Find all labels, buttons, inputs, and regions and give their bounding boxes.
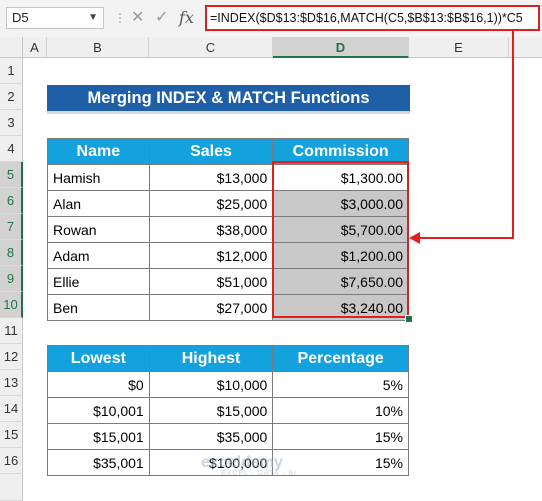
column-header-d[interactable]: D — [273, 37, 409, 58]
header-highest[interactable]: Highest — [148, 345, 274, 372]
cell-percentage[interactable]: 15% — [272, 423, 409, 450]
header-sales[interactable]: Sales — [148, 138, 274, 165]
cell-name[interactable]: Ben — [47, 294, 150, 321]
cell-sales[interactable]: $51,000 — [148, 268, 274, 295]
row-header-17[interactable] — [0, 474, 23, 501]
header-name[interactable]: Name — [47, 138, 150, 165]
enter-icon[interactable]: ✓ — [155, 7, 168, 29]
row-header-2[interactable]: 2 — [0, 84, 23, 110]
watermark-name: exceldemy — [201, 454, 283, 471]
cell-sales[interactable]: $12,000 — [148, 242, 274, 269]
cell-highest[interactable]: $10,000 — [148, 371, 274, 398]
row-header-11[interactable]: 11 — [0, 318, 23, 344]
cell-name[interactable]: Alan — [47, 190, 150, 217]
row-header-5[interactable]: 5 — [0, 162, 23, 188]
column-header-b[interactable]: B — [47, 37, 149, 58]
fill-handle[interactable] — [405, 315, 413, 323]
row-header-6[interactable]: 6 — [0, 188, 23, 214]
cell-sales[interactable]: $13,000 — [148, 164, 274, 191]
drag-handle-icon[interactable]: ⋮ — [114, 11, 126, 25]
row-header-15[interactable]: 15 — [0, 422, 23, 448]
annotation-arrow-horizontal — [418, 237, 514, 239]
row-header-7[interactable]: 7 — [0, 214, 23, 240]
row-header-8[interactable]: 8 — [0, 240, 23, 266]
cell-percentage[interactable]: 10% — [272, 397, 409, 424]
row-header-13[interactable]: 13 — [0, 370, 23, 396]
selection-highlight — [272, 161, 409, 318]
annotation-arrow-vertical — [512, 31, 514, 239]
row-header-9[interactable]: 9 — [0, 266, 23, 292]
cell-highest[interactable]: $15,000 — [148, 397, 274, 424]
row-header-3[interactable]: 3 — [0, 110, 23, 136]
cell-name[interactable]: Ellie — [47, 268, 150, 295]
watermark-tagline: EXCEL · DATA · BI — [221, 470, 297, 477]
chevron-down-icon[interactable]: ▼ — [88, 8, 98, 28]
formula-input[interactable]: =INDEX($D$13:$D$16,MATCH(C5,$B$13:$B$16,… — [205, 5, 540, 31]
column-header-c[interactable]: C — [149, 37, 273, 58]
row-header-16[interactable]: 16 — [0, 448, 23, 474]
cell-percentage[interactable]: 5% — [272, 371, 409, 398]
row-header-10[interactable]: 10 — [0, 292, 23, 318]
insert-function-icon[interactable]: fx — [179, 7, 194, 29]
watermark-logo: exceldemy EXCEL · DATA · BI — [201, 454, 297, 477]
row-header-4[interactable]: 4 — [0, 136, 23, 162]
table-row: $0 $10,000 5% — [47, 371, 409, 398]
column-header-e[interactable]: E — [409, 37, 509, 58]
column-header-a[interactable]: A — [23, 37, 47, 58]
cell-lowest[interactable]: $15,001 — [47, 423, 150, 450]
header-percentage[interactable]: Percentage — [272, 345, 409, 372]
cell-sales[interactable]: $38,000 — [148, 216, 274, 243]
formula-toolbar: D5 ▼ ⋮ ✕ ✓ fx =INDEX($D$13:$D$16,MATCH(C… — [0, 0, 542, 38]
cell-sales[interactable]: $25,000 — [148, 190, 274, 217]
row-header-14[interactable]: 14 — [0, 396, 23, 422]
name-box-value: D5 — [12, 10, 29, 25]
cell-lowest[interactable]: $0 — [47, 371, 150, 398]
cancel-icon[interactable]: ✕ — [131, 7, 144, 29]
cell-name[interactable]: Adam — [47, 242, 150, 269]
cell-highest[interactable]: $35,000 — [148, 423, 274, 450]
arrowhead-icon — [409, 232, 420, 244]
sheet-title: Merging INDEX & MATCH Functions — [47, 85, 410, 114]
select-all-corner[interactable] — [0, 37, 23, 58]
cell-sales[interactable]: $27,000 — [148, 294, 274, 321]
table-row: $10,001 $15,000 10% — [47, 397, 409, 424]
row-header-1[interactable]: 1 — [0, 58, 23, 84]
cell-lowest[interactable]: $35,001 — [47, 449, 150, 476]
row-header-12[interactable]: 12 — [0, 344, 23, 370]
cell-lowest[interactable]: $10,001 — [47, 397, 150, 424]
rate-header-row: Lowest Highest Percentage — [47, 345, 409, 372]
cell-name[interactable]: Rowan — [47, 216, 150, 243]
name-box[interactable]: D5 ▼ — [6, 7, 104, 29]
cell-name[interactable]: Hamish — [47, 164, 150, 191]
table-row: $15,001 $35,000 15% — [47, 423, 409, 450]
header-lowest[interactable]: Lowest — [47, 345, 150, 372]
